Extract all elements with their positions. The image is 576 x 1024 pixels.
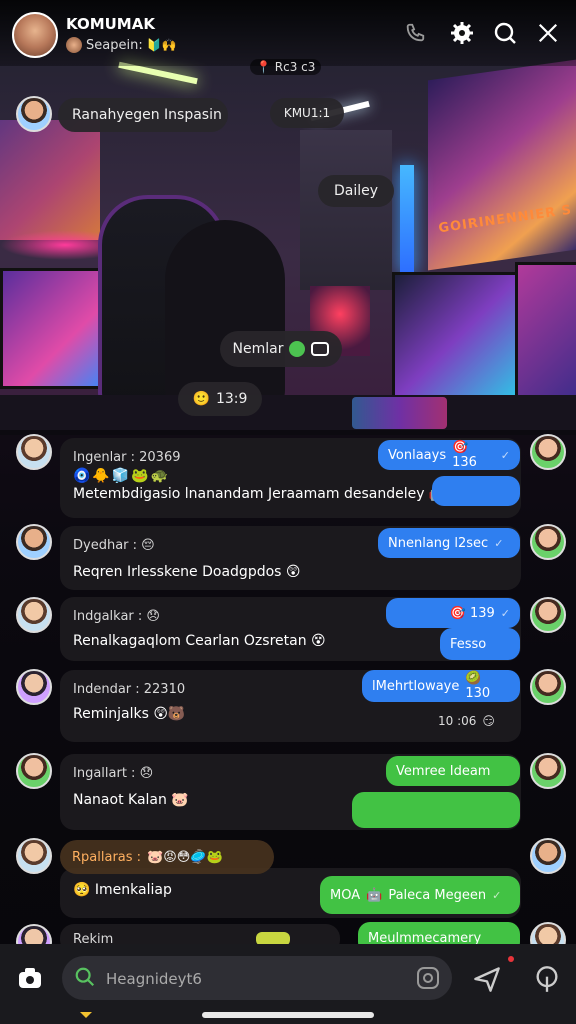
- avatar[interactable]: [16, 96, 52, 132]
- announcement-text: Ranahyegen Inspasin: [72, 107, 222, 123]
- reply-bubble-empty[interactable]: [432, 476, 520, 506]
- avatar[interactable]: [16, 524, 52, 560]
- monitor-left: [0, 268, 114, 389]
- location-chip: 📍 Rc3 c3: [250, 59, 322, 75]
- clover-icon: [289, 341, 306, 357]
- timestamp-text: 10 :06: [438, 714, 477, 728]
- sticker-icon[interactable]: [416, 966, 440, 990]
- daley-bubble: Dailey: [318, 175, 394, 207]
- reply-text: lMehrtlowaye: [372, 678, 460, 694]
- search-icon[interactable]: [490, 18, 520, 48]
- mini-avatar: [66, 37, 82, 53]
- nemlar-bubble: Nemlar: [220, 331, 342, 367]
- message-text: 🥺 Imenkaliap: [73, 882, 172, 898]
- indicator-triangle: [80, 1012, 92, 1018]
- avatar[interactable]: [16, 597, 52, 633]
- message-text: Renalkagaqlom Cearlan Ozsretan 😵: [73, 633, 326, 649]
- reply-bubble-empty[interactable]: [352, 792, 520, 828]
- reply-text: Vemree Ideam: [396, 763, 491, 779]
- time-chip: 🙂 13:9: [178, 382, 262, 416]
- shelf: [300, 130, 392, 290]
- pill-text: KMU1:1: [283, 106, 331, 120]
- phone-icon[interactable]: [400, 18, 430, 48]
- send-icon[interactable]: [470, 962, 504, 996]
- chat-subtitle: Seapein: 🔰🙌: [66, 37, 177, 53]
- avatar[interactable]: [530, 838, 566, 874]
- avatar[interactable]: [16, 434, 52, 470]
- message-text: Reminjalks 😲🐻: [73, 706, 186, 722]
- poster-right: [428, 59, 576, 271]
- mic-icon[interactable]: [530, 962, 564, 996]
- reply-bubble[interactable]: Fesso: [440, 628, 520, 660]
- avatar[interactable]: [530, 597, 566, 633]
- sender-name: Rpallaras :: [72, 849, 142, 865]
- chat-title[interactable]: KOMUMAK: [66, 15, 155, 33]
- reply-text: Vonlaays: [388, 447, 447, 463]
- daley-text: Dailey: [333, 183, 379, 199]
- sender-name: Dyedhar : 😔: [73, 538, 155, 553]
- monitor-right: [515, 262, 576, 408]
- timestamp: 10 :06 😏: [438, 714, 495, 728]
- message-input-wrapper: [62, 956, 452, 1000]
- search-icon[interactable]: [74, 966, 96, 988]
- notification-dot: [508, 956, 514, 962]
- camera-icon: [311, 342, 330, 356]
- avatar[interactable]: [16, 838, 52, 874]
- home-indicator[interactable]: [202, 1012, 374, 1018]
- message-text: Metembdigasio lnanandam Jeraamam desande…: [73, 486, 464, 502]
- reply-bubble[interactable]: Vonlaays 🎯 136 ✓: [378, 440, 520, 470]
- pill-bubble: KMU1:1: [270, 98, 344, 128]
- sender-name: Ingenlar : 20369: [73, 450, 181, 465]
- reply-text: Paleca Megeen: [388, 887, 487, 903]
- reply-emoji: 🤖: [366, 887, 383, 903]
- monitor-center: [392, 272, 528, 398]
- reply-meta: 🎯 139: [449, 605, 495, 621]
- close-icon[interactable]: [533, 18, 563, 48]
- reply-bubble[interactable]: Vemree Ideam: [386, 756, 520, 786]
- message-text: Reqren Irlesskene Doadgpdos 😲: [73, 564, 301, 580]
- reaction-bar[interactable]: Rpallaras : 🐷😡😳🥏🐸: [60, 840, 274, 874]
- check-icon: ✓: [494, 536, 504, 550]
- sender-name: Ingallart : 😞: [73, 766, 154, 781]
- avatar[interactable]: [530, 753, 566, 789]
- timestamp-emoji: 😏: [482, 714, 495, 728]
- reply-bubble[interactable]: lMehrtlowaye 🥝 130: [362, 670, 520, 702]
- message-text: Nanaot Kalan 🐷: [73, 792, 189, 808]
- nemlar-text: Nemlar: [232, 341, 284, 357]
- announcement-bubble: Ranahyegen Inspasin: [58, 98, 228, 132]
- reply-prefix: MOA: [330, 887, 361, 903]
- avatar[interactable]: [530, 434, 566, 470]
- check-icon: ✓: [492, 888, 502, 902]
- avatar[interactable]: [16, 753, 52, 789]
- sender-name: Indendar : 22310: [73, 682, 186, 697]
- keyboard: [352, 397, 447, 429]
- reply-bubble[interactable]: MOA 🤖 Paleca Megeen ✓: [320, 876, 520, 914]
- reply-bubble[interactable]: 🎯 139 ✓: [386, 598, 520, 628]
- avatar[interactable]: [530, 524, 566, 560]
- clock-emoji-icon: 🙂: [192, 391, 210, 407]
- poster-left: [0, 120, 100, 240]
- emoji-row: 🧿🐥🧊🐸🐢: [73, 468, 171, 484]
- subtitle-text: Seapein:: [86, 37, 143, 53]
- reply-text: Fesso: [450, 636, 487, 652]
- time-chip-text: 13:9: [215, 391, 248, 407]
- check-icon: ✓: [500, 448, 510, 462]
- sender-name: Indgalkar : 😞: [73, 609, 160, 624]
- message-input[interactable]: [104, 966, 408, 992]
- gear-icon[interactable]: [447, 18, 477, 48]
- reply-meta: 🥝 130: [465, 671, 491, 701]
- avatar[interactable]: [16, 669, 52, 705]
- reply-text: Nnenlang l2sec: [388, 535, 489, 551]
- reaction-emojis: 🐷😡😳🥏🐸: [147, 849, 223, 865]
- check-icon: ✓: [500, 606, 510, 620]
- chat-header: KOMUMAK Seapein: 🔰🙌: [0, 0, 576, 66]
- camera-icon[interactable]: [14, 962, 46, 994]
- avatar[interactable]: [530, 669, 566, 705]
- reply-bubble[interactable]: Nnenlang l2sec ✓: [378, 528, 520, 558]
- group-avatar[interactable]: [12, 12, 58, 58]
- subtitle-emojis: 🔰🙌: [146, 38, 177, 52]
- reply-meta: 🎯 136: [452, 440, 477, 470]
